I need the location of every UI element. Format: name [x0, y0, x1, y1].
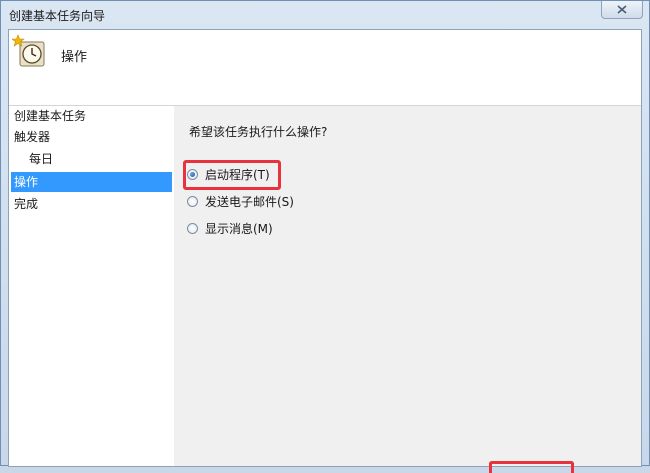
highlight-annotation — [183, 160, 281, 190]
wizard-header: 操作 — [9, 30, 641, 106]
nav-step-trigger[interactable]: 触发器 — [11, 127, 172, 147]
title-bar[interactable]: 创建基本任务向导 — [1, 1, 649, 29]
option-show-message[interactable]: 显示消息(M) — [187, 218, 273, 238]
highlight-annotation-bottom — [489, 461, 574, 473]
wizard-steps-nav: 创建基本任务 触发器 每日 操作 完成 — [9, 106, 174, 466]
nav-step-action[interactable]: 操作 — [11, 172, 172, 192]
close-icon — [617, 5, 627, 14]
radio-show-message[interactable] — [187, 222, 198, 234]
wizard-window: 创建基本任务向导 操作 创建基本任务 触发器 每日 操作 完成 希望该任务执行什… — [0, 0, 650, 473]
nav-step-finish[interactable]: 完成 — [11, 194, 172, 214]
wizard-body: 操作 创建基本任务 触发器 每日 操作 完成 希望该任务执行什么操作? 启动程序… — [8, 29, 642, 467]
page-title: 操作 — [61, 50, 88, 65]
action-question: 希望该任务执行什么操作? — [189, 125, 328, 139]
window-title: 创建基本任务向导 — [9, 9, 106, 23]
action-content: 希望该任务执行什么操作? 启动程序(T) 发送电子邮件(S) 显示消息(M) — [175, 106, 641, 466]
scheduled-task-clock-icon — [11, 34, 46, 71]
nav-step-create-basic-task[interactable]: 创建基本任务 — [11, 106, 172, 126]
radio-send-email[interactable] — [187, 195, 198, 207]
option-label: 发送电子邮件(S) — [205, 194, 294, 209]
nav-step-daily[interactable]: 每日 — [11, 149, 172, 169]
option-send-email[interactable]: 发送电子邮件(S) — [187, 191, 294, 211]
close-button[interactable] — [601, 1, 643, 19]
option-label: 显示消息(M) — [205, 221, 273, 236]
